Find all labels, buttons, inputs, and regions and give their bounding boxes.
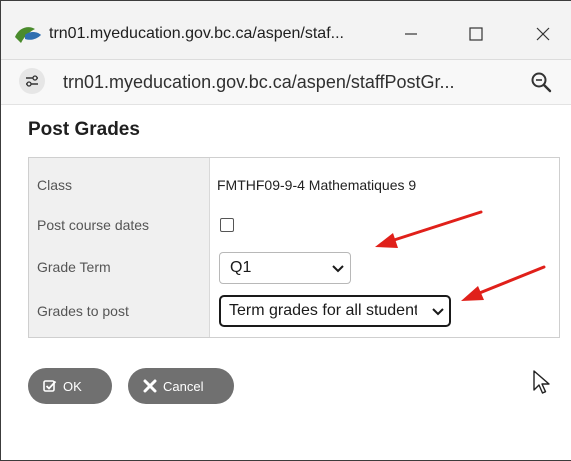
close-icon [536, 27, 550, 41]
zoom-icon[interactable] [529, 70, 553, 94]
close-icon [143, 379, 157, 393]
grades-to-post-label: Grades to post [37, 303, 129, 319]
ok-button[interactable]: OK [28, 368, 112, 404]
grades-to-post-selected: Term grades for all students [229, 302, 417, 319]
site-settings-icon [26, 75, 38, 87]
minimize-icon [405, 33, 417, 35]
chevron-down-icon [332, 265, 344, 273]
post-grades-form: Class FMTHF09-9-4 Mathematiques 9 Post c… [28, 157, 560, 338]
ok-label: OK [63, 378, 82, 394]
chevron-down-icon [432, 308, 444, 316]
class-label: Class [37, 177, 73, 193]
maximize-button[interactable] [456, 17, 496, 51]
window-title: trn01.myeducation.gov.bc.ca/aspen/staf..… [49, 25, 344, 42]
maximize-icon [469, 27, 483, 41]
site-settings-button[interactable] [19, 68, 45, 94]
post-course-dates-label: Post course dates [37, 217, 150, 233]
grade-term-select[interactable]: Q1 [219, 252, 351, 284]
cancel-button[interactable]: Cancel [128, 368, 234, 404]
cancel-label: Cancel [163, 378, 204, 394]
url-text[interactable]: trn01.myeducation.gov.bc.ca/aspen/staffP… [63, 72, 455, 93]
title-bar: trn01.myeducation.gov.bc.ca/aspen/staf..… [1, 1, 571, 60]
dialog-title: Post Grades [28, 119, 140, 140]
address-bar: trn01.myeducation.gov.bc.ca/aspen/staffP… [1, 60, 571, 105]
class-value: FMTHF09-9-4 Mathematiques 9 [217, 177, 417, 193]
mouse-cursor-icon [533, 370, 550, 394]
checkbox-checked-icon [43, 380, 57, 392]
post-course-dates-checkbox[interactable] [220, 218, 234, 232]
browser-popup-window: trn01.myeducation.gov.bc.ca/aspen/staf..… [0, 0, 571, 461]
app-leaf-icon [15, 27, 41, 43]
grades-to-post-select[interactable]: Term grades for all students [219, 295, 451, 327]
minimize-button[interactable] [391, 17, 431, 51]
close-button[interactable] [523, 17, 563, 51]
grade-term-label: Grade Term [37, 259, 111, 275]
grade-term-selected: Q1 [230, 259, 252, 276]
